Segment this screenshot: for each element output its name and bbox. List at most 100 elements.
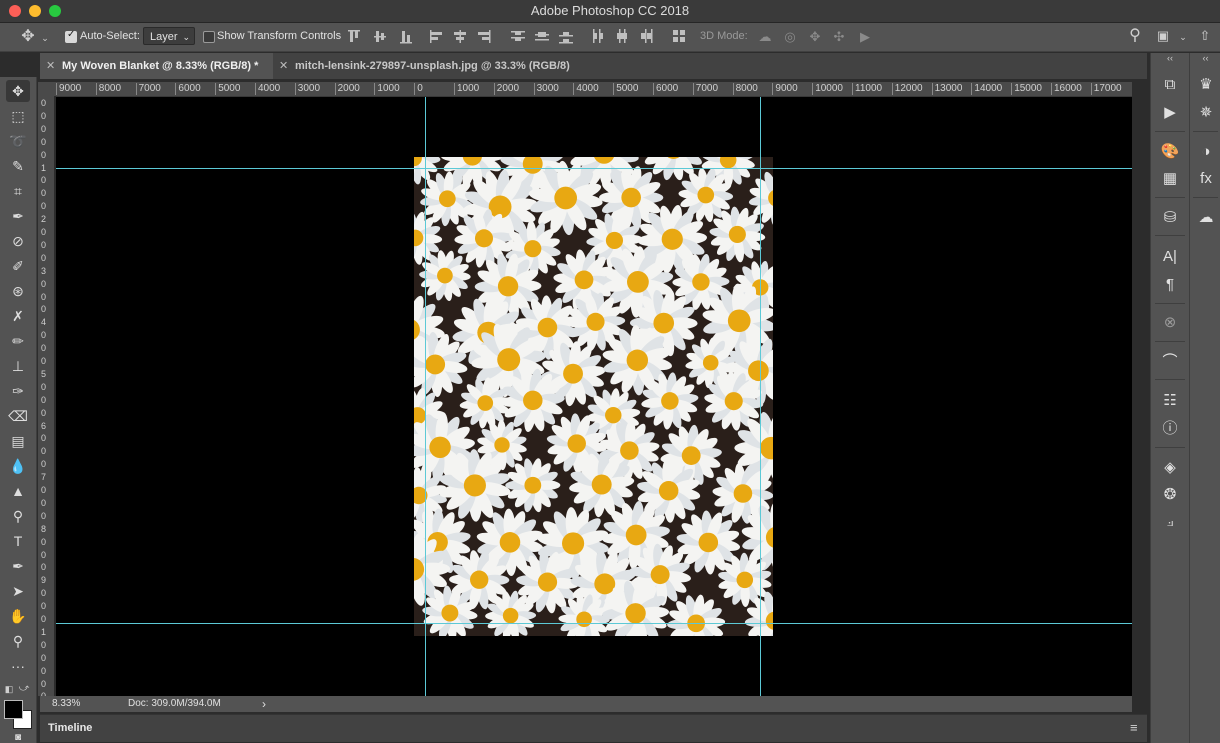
- ruler-tick-label: 0: [41, 665, 47, 676]
- auto-select-dropdown[interactable]: Layer ⌄: [143, 27, 195, 45]
- type-tool-icon[interactable]: T: [6, 530, 30, 552]
- spot-healing-tool-icon[interactable]: ⊘: [6, 230, 30, 252]
- 3d-icon[interactable]: ⊗: [1158, 313, 1182, 333]
- ruler-tick-label: 4000: [573, 83, 599, 95]
- 3d-orbit-icon[interactable]: ☁: [756, 28, 774, 46]
- panel-menu-icon[interactable]: ≡: [1130, 720, 1138, 735]
- gradient-tool-icon[interactable]: ▤: [6, 430, 30, 452]
- paths-icon[interactable]: ⟓: [1158, 512, 1182, 532]
- navigator-icon[interactable]: ✵: [1194, 103, 1218, 123]
- 3d-roll-icon[interactable]: ◎: [781, 28, 799, 46]
- workspace-chevron-icon[interactable]: ⌄: [1177, 28, 1189, 46]
- tab-my-woven-blanket[interactable]: ✕ My Woven Blanket @ 8.33% (RGB/8) *: [40, 53, 273, 79]
- timeline-tab[interactable]: Timeline: [48, 722, 92, 734]
- tab-label: mitch-lensink-279897-unsplash.jpg @ 33.3…: [295, 60, 570, 72]
- search-icon[interactable]: ⚲: [1126, 27, 1144, 45]
- swatches-grid-icon[interactable]: ▦: [1158, 169, 1182, 189]
- ruler-tick-label: 0: [41, 201, 47, 212]
- properties-icon[interactable]: ☷: [1158, 391, 1182, 411]
- vertical-ruler[interactable]: 0 0 0 0 0 1 0 0 0 2 0 0 0 3 0 0 0 4 0 0 0 5 0 0 0 6 0 0 0 7 0 0 0 8 0 0 0 9 0 0…: [38, 96, 54, 696]
- quick-mask-icon[interactable]: ◙: [6, 733, 30, 743]
- close-tab-icon[interactable]: ✕: [279, 53, 288, 79]
- adjustments-icon[interactable]: ◑: [1194, 142, 1218, 162]
- tools-panel: ›› ✥ ⬚ ➰ ✎ ⌗ ✒ ⊘ ✐ ⊛ ✗ ✏ ⊥ ✑ ⌫ ▤ 💧 ▲ ⚲ T…: [0, 77, 37, 743]
- vertical-guide[interactable]: [760, 97, 761, 696]
- quick-selection-tool-icon[interactable]: ✎: [6, 155, 30, 177]
- actions-play-icon[interactable]: ▶: [1158, 103, 1182, 123]
- horizontal-guide[interactable]: [56, 623, 1132, 624]
- align-bottom-icon: [400, 31, 412, 44]
- auto-select-checkbox[interactable]: [65, 29, 77, 43]
- document-canvas[interactable]: [56, 97, 1132, 696]
- foreground-color-swatch[interactable]: [4, 700, 23, 719]
- paragraph-icon[interactable]: ¶: [1158, 275, 1182, 295]
- brush-tool-icon[interactable]: ✐: [6, 255, 30, 277]
- share-icon[interactable]: ⇧: [1196, 27, 1214, 45]
- clone-stamp-tool-icon[interactable]: ⊛: [6, 280, 30, 302]
- show-transform-checkbox[interactable]: [203, 31, 215, 43]
- ruler-tick-label: 0: [41, 433, 47, 444]
- horizontal-ruler[interactable]: 9000 8000 7000 6000 5000 4000 3000 2000 1000 0 100…: [56, 82, 1132, 97]
- history-brush-tool-icon[interactable]: ✗: [6, 305, 30, 327]
- dodge-tool-icon[interactable]: ⚲: [6, 505, 30, 527]
- align-left-icon: [430, 30, 442, 43]
- ruler-tick-label: 4: [41, 317, 47, 328]
- history-icon[interactable]: ⧉: [1158, 75, 1182, 95]
- default-colors-icon[interactable]: ◧: [3, 680, 15, 698]
- ruler-tick-label: 5000: [613, 83, 638, 95]
- distribute-right-icon: [641, 29, 653, 43]
- ruler-tick-label: 6000: [653, 83, 678, 95]
- zoom-level[interactable]: 8.33%: [52, 698, 80, 709]
- close-tab-icon[interactable]: ✕: [46, 53, 55, 79]
- marquee-tool-icon[interactable]: ⬚: [6, 105, 30, 127]
- character-icon[interactable]: A|: [1158, 247, 1182, 267]
- stamp-icon[interactable]: ⊥: [6, 355, 30, 377]
- tool-preset-chevron-icon[interactable]: ⌄: [39, 29, 51, 47]
- workspace-icon[interactable]: ▣: [1154, 27, 1172, 45]
- move-icon[interactable]: ✥: [18, 28, 38, 46]
- channels-icon[interactable]: ❂: [1158, 485, 1182, 505]
- ruler-tick-label: 0: [41, 497, 47, 508]
- status-menu-arrow-icon[interactable]: ›: [262, 697, 266, 711]
- info-icon[interactable]: ⓘ: [1158, 419, 1182, 439]
- pen-tool-icon[interactable]: ✒: [6, 555, 30, 577]
- blur-tool-icon[interactable]: 💧: [6, 455, 30, 477]
- path-selection-tool-icon[interactable]: ➤: [6, 580, 30, 602]
- hand-tool-icon[interactable]: ✋: [6, 605, 30, 627]
- collapse-dock-icon[interactable]: ‹‹: [1190, 53, 1220, 63]
- vertical-guide[interactable]: [425, 97, 426, 696]
- align-hcenter-icon: [454, 30, 466, 43]
- layers-icon[interactable]: ◈: [1158, 458, 1182, 478]
- tab-mitch-lensink[interactable]: ✕ mitch-lensink-279897-unsplash.jpg @ 33…: [273, 53, 603, 79]
- clone-source-icon[interactable]: ⛁: [1158, 208, 1182, 228]
- horizontal-guide[interactable]: [56, 168, 1132, 169]
- 3d-scale-icon[interactable]: ▶: [855, 28, 875, 46]
- crop-tool-icon[interactable]: ⌗: [6, 180, 30, 202]
- zoom-tool-icon[interactable]: ⚲: [6, 630, 30, 652]
- align-distribute-icons[interactable]: [345, 27, 685, 47]
- more-tools-icon[interactable]: ···: [6, 655, 30, 677]
- brushes-icon[interactable]: ♛: [1194, 75, 1218, 95]
- color-palette-icon[interactable]: 🎨: [1158, 142, 1182, 162]
- brush-icon[interactable]: ✏: [6, 330, 30, 352]
- ruler-tick-label: 0: [41, 614, 47, 624]
- move-tool-icon[interactable]: ✥: [6, 80, 30, 102]
- align-vcenter-icon: [374, 31, 386, 42]
- libraries-icon[interactable]: ☁: [1194, 208, 1218, 228]
- ruler-tick-label: 6: [41, 420, 47, 431]
- sharpen-tool-icon[interactable]: ▲: [6, 480, 30, 502]
- eraser-tool-icon[interactable]: ⌫: [6, 405, 30, 427]
- collapse-dock-icon[interactable]: ‹‹: [1151, 53, 1189, 63]
- eyedropper-tool-icon[interactable]: ✒: [6, 205, 30, 227]
- brush-settings-icon[interactable]: ⌒: [1158, 352, 1182, 372]
- styles-icon[interactable]: fx: [1194, 169, 1218, 189]
- ruler-tick-label: 0: [41, 678, 47, 689]
- ruler-origin[interactable]: [38, 82, 56, 96]
- ruler-tick-label: 0: [41, 356, 47, 366]
- 3d-pan-icon[interactable]: ✥: [806, 28, 824, 46]
- swap-colors-icon[interactable]: ⤻: [18, 680, 30, 698]
- 3d-slide-icon[interactable]: ✣: [830, 28, 848, 46]
- ruler-tick-label: 0: [41, 227, 47, 237]
- art-history-brush-icon[interactable]: ✑: [6, 380, 30, 402]
- lasso-tool-icon[interactable]: ➰: [6, 130, 30, 152]
